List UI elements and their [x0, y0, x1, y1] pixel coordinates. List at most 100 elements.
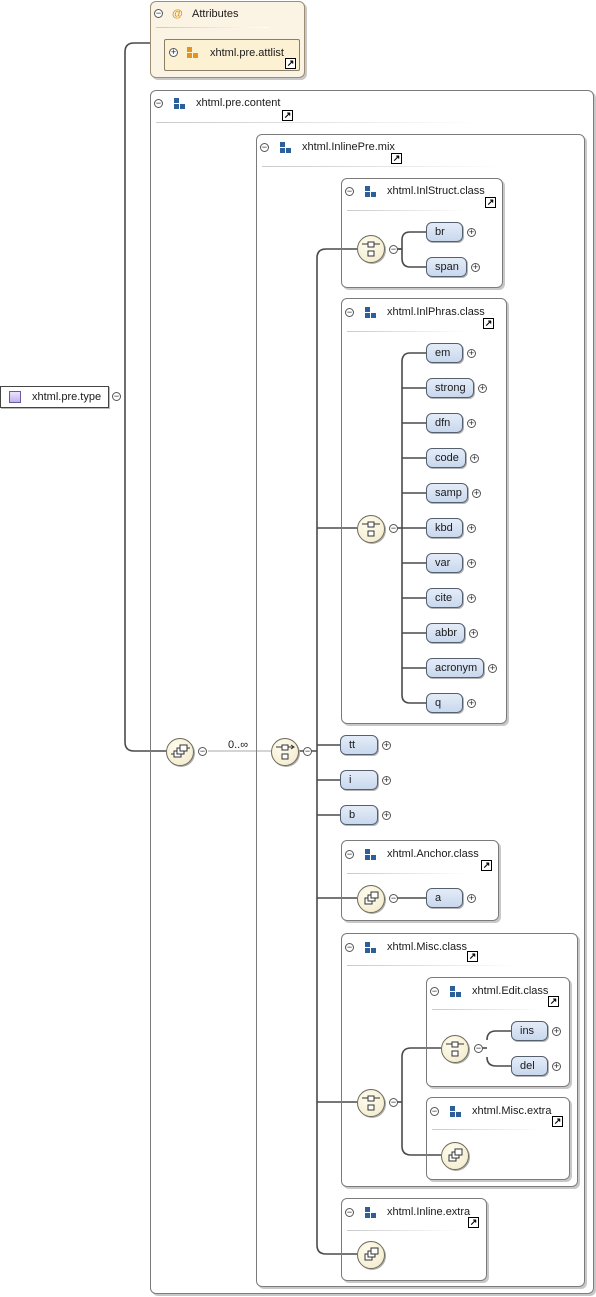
choice-compositor-icon[interactable] [357, 515, 385, 543]
element-tt-expand-icon[interactable] [382, 741, 391, 750]
element-acronym-expand-icon[interactable] [488, 664, 497, 673]
inlinepre-mix-collapse-icon[interactable] [260, 143, 269, 152]
root-element-box[interactable]: xhtml.pre.type [0, 386, 109, 408]
element-ins[interactable]: ins [511, 1021, 548, 1041]
pre-content-title: xhtml.pre.content [196, 97, 281, 109]
anchor-divider [347, 873, 467, 874]
group-icon [365, 307, 377, 319]
attlist-link-icon[interactable] [285, 58, 296, 69]
inlphras-link-icon[interactable] [483, 318, 494, 329]
element-span[interactable]: span [426, 257, 467, 277]
element-span-expand-icon[interactable] [471, 263, 480, 272]
element-em[interactable]: em [426, 343, 463, 363]
choice-collapse-icon[interactable] [389, 245, 398, 254]
root-element-label: xhtml.pre.type [32, 391, 102, 403]
complex-type-icon [9, 391, 21, 403]
inline-extra-collapse-icon[interactable] [345, 1208, 354, 1217]
choice-compositor-icon[interactable] [441, 1035, 469, 1063]
sequence-compositor-icon[interactable] [166, 738, 194, 766]
attribute-group-icon [187, 47, 199, 59]
element-q[interactable]: q [426, 693, 463, 713]
element-del[interactable]: del [511, 1056, 548, 1076]
attributes-title: Attributes [192, 8, 239, 20]
inlstruct-link-icon[interactable] [485, 197, 496, 208]
choice-collapse-icon[interactable] [474, 1044, 483, 1053]
element-abbr-expand-icon[interactable] [469, 629, 478, 638]
attributes-collapse-icon[interactable] [154, 9, 163, 18]
misc-divider [347, 965, 517, 966]
element-ins-expand-icon[interactable] [552, 1027, 561, 1036]
element-code-expand-icon[interactable] [470, 454, 479, 463]
element-abbr[interactable]: abbr [426, 623, 465, 643]
element-code[interactable]: code [426, 448, 466, 468]
inlinepre-mix-divider [262, 166, 502, 167]
element-var[interactable]: var [426, 553, 463, 573]
group-icon [450, 986, 462, 998]
element-a[interactable]: a [426, 888, 463, 908]
root-collapse-icon[interactable] [112, 392, 121, 401]
element-i-expand-icon[interactable] [382, 776, 391, 785]
pre-content-link-icon[interactable] [282, 110, 293, 121]
inlinepre-mix-link-icon[interactable] [391, 153, 402, 164]
occurrence-label: 0..∞ [228, 739, 249, 751]
attlist-expand-icon[interactable] [169, 48, 178, 57]
element-acronym[interactable]: acronym [426, 658, 484, 678]
group-icon [365, 1207, 377, 1219]
element-cite[interactable]: cite [426, 588, 463, 608]
element-samp-expand-icon[interactable] [472, 489, 481, 498]
misc-extra-link-icon[interactable] [552, 1116, 563, 1127]
element-q-expand-icon[interactable] [467, 699, 476, 708]
choice-compositor-icon[interactable] [357, 235, 385, 263]
element-br[interactable]: br [426, 222, 463, 242]
anchor-link-icon[interactable] [481, 860, 492, 871]
element-strong-expand-icon[interactable] [478, 384, 487, 393]
sequence-collapse-icon[interactable] [198, 747, 207, 756]
group-icon [450, 1106, 462, 1118]
misc-extra-title: xhtml.Misc.extra [472, 1105, 552, 1117]
element-tt[interactable]: tt [340, 735, 378, 755]
sequence-compositor-icon[interactable] [441, 1142, 469, 1170]
edit-link-icon[interactable] [548, 996, 559, 1007]
pre-content-collapse-icon[interactable] [154, 99, 163, 108]
inlphras-title: xhtml.InlPhras.class [387, 306, 485, 318]
attribute-at-icon: @ [172, 8, 183, 20]
element-kbd[interactable]: kbd [426, 518, 463, 538]
attributes-divider [156, 27, 268, 28]
element-em-expand-icon[interactable] [467, 349, 476, 358]
edit-title: xhtml.Edit.class [472, 985, 549, 997]
choice-compositor-icon[interactable] [271, 738, 299, 766]
element-samp[interactable]: samp [426, 483, 468, 503]
element-br-expand-icon[interactable] [467, 228, 476, 237]
group-icon [174, 98, 186, 110]
inline-extra-title: xhtml.Inline.extra [387, 1206, 471, 1218]
misc-link-icon[interactable] [467, 951, 478, 962]
choice-collapse-icon[interactable] [303, 747, 312, 756]
sequence-compositor-icon[interactable] [357, 885, 385, 913]
element-del-expand-icon[interactable] [552, 1062, 561, 1071]
choice-collapse-icon[interactable] [389, 1098, 398, 1107]
element-dfn-expand-icon[interactable] [467, 419, 476, 428]
choice-compositor-icon[interactable] [357, 1089, 385, 1117]
choice-collapse-icon[interactable] [389, 524, 398, 533]
element-cite-expand-icon[interactable] [467, 594, 476, 603]
misc-extra-divider [432, 1129, 542, 1130]
element-var-expand-icon[interactable] [467, 559, 476, 568]
sequence-compositor-icon[interactable] [357, 1241, 385, 1269]
anchor-collapse-icon[interactable] [345, 850, 354, 859]
element-b[interactable]: b [340, 805, 378, 825]
inlphras-collapse-icon[interactable] [345, 308, 354, 317]
inlstruct-collapse-icon[interactable] [345, 187, 354, 196]
misc-extra-collapse-icon[interactable] [430, 1107, 439, 1116]
sequence-collapse-icon[interactable] [389, 894, 398, 903]
element-a-expand-icon[interactable] [467, 894, 476, 903]
edit-collapse-icon[interactable] [430, 987, 439, 996]
misc-collapse-icon[interactable] [345, 943, 354, 952]
element-kbd-expand-icon[interactable] [467, 524, 476, 533]
element-b-expand-icon[interactable] [382, 811, 391, 820]
inlstruct-divider [347, 210, 467, 211]
element-strong[interactable]: strong [426, 378, 474, 398]
inline-extra-link-icon[interactable] [468, 1217, 479, 1228]
element-dfn[interactable]: dfn [426, 413, 463, 433]
group-icon [365, 849, 377, 861]
element-i[interactable]: i [340, 770, 378, 790]
